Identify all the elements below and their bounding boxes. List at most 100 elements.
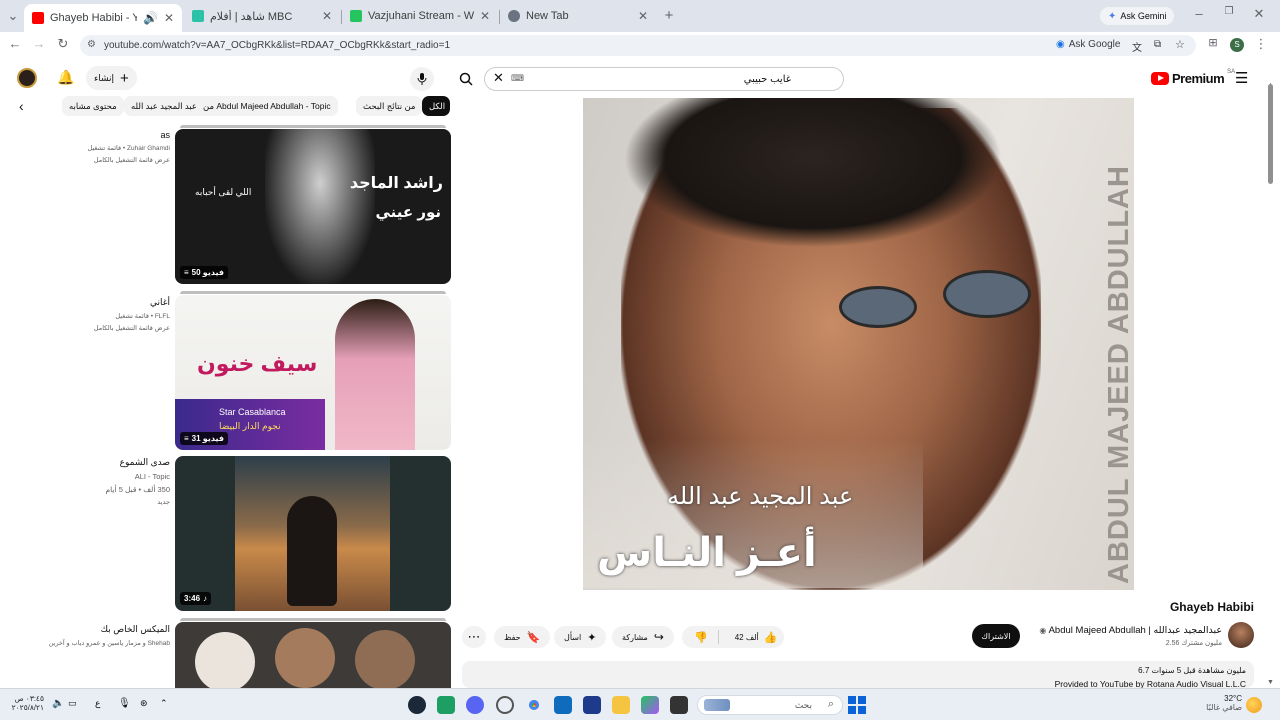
search-input[interactable]: غايب حبيبي (484, 67, 844, 91)
chip-from-topic[interactable]: من Abdul Majeed Abdullah - Topic (196, 96, 338, 116)
dislike-button[interactable]: 👎 (682, 630, 719, 644)
chips-scroll-left-icon[interactable]: ‹ (19, 98, 24, 114)
tab-title: Vazjuhani Stream - Watch Live (368, 10, 474, 22)
face-image (355, 630, 415, 688)
playlist-thumbnail[interactable]: راشد الماجد نور عيني اللي لقى أحبابه (175, 129, 451, 284)
guide-menu-icon[interactable]: ☰ (1235, 69, 1248, 87)
weather-widget[interactable]: 32°C صافي غالبًا (1190, 694, 1242, 712)
subscribe-button[interactable]: الاشتراك (972, 624, 1020, 648)
chip-abdulmajeed[interactable]: عبد المجيد عبد الله (124, 96, 204, 116)
ask-google-label: Ask Google (1068, 39, 1121, 50)
extensions-icon[interactable]: ⊞ (1204, 36, 1222, 49)
badge-text: 50 فيديو (191, 268, 224, 277)
new-tab-plus-icon[interactable]: + (660, 7, 678, 24)
file-explorer-icon[interactable] (612, 696, 630, 714)
channel-info[interactable]: ◉ Abdul Majeed Abdullah | عبدالمجيد عبدا… (1032, 625, 1222, 647)
network-icon[interactable]: ▭ (68, 698, 77, 709)
like-button[interactable]: 42 ألف 👍 (725, 631, 778, 644)
view-full-playlist-link[interactable]: عرض قائمة التشغيل بالكامل (2, 156, 170, 164)
video-meta[interactable]: صدى الشموع ALI - Topic 350 ألف • قبل 5 أ… (2, 457, 171, 506)
scrollbar-thumb[interactable] (1268, 84, 1273, 184)
tab-list-chevron-icon[interactable]: ⌄ (4, 8, 22, 24)
tray-app-icon[interactable]: ⊛ (140, 698, 148, 709)
forward-arrow-icon[interactable]: → (30, 36, 48, 51)
reload-icon[interactable]: ↻ (54, 36, 72, 52)
url-text: youtube.com/watch?v=AA7_OCbgRKk&list=RDA… (104, 40, 451, 51)
scroll-down-icon[interactable]: ▼ (1267, 679, 1274, 686)
playlist-meta[interactable]: أغاني FLFL • قائمة تشغيل عرض قائمة التشغ… (2, 297, 170, 332)
cover-album-title: أعـز النـاس (597, 531, 817, 575)
profile-avatar-icon[interactable]: S (1230, 38, 1244, 52)
chrome-icon[interactable] (525, 696, 543, 714)
close-tab-icon[interactable]: ✕ (638, 9, 648, 23)
app-store-icon[interactable] (641, 696, 659, 714)
tab-shahid[interactable]: شاهد | أفلام MBC ✕ (184, 4, 340, 28)
restore-icon[interactable]: ❐ (1220, 6, 1238, 17)
steam-icon[interactable] (408, 696, 426, 714)
youtube-premium-logo[interactable]: Premium SA (1151, 69, 1235, 86)
volume-icon[interactable]: 🔈 (52, 698, 64, 709)
mix-thumbnail[interactable] (175, 622, 451, 688)
weather-sun-icon[interactable] (1246, 697, 1262, 713)
address-bar[interactable]: ⚙ youtube.com/watch?v=AA7_OCbgRKk&list=R… (80, 35, 1196, 56)
artist-photo (265, 129, 375, 284)
clock[interactable]: ٠٣:٤٥ ص ٢٠٢٥/٨/٢١ (4, 694, 44, 712)
close-tab-icon[interactable]: ✕ (164, 11, 174, 25)
browser-menu-icon[interactable]: ⋮ (1252, 36, 1270, 52)
translate-icon[interactable]: 文 (1132, 39, 1142, 54)
video-player[interactable]: عبد المجيد عبد الله أعـز النـاس ABDUL MA… (583, 98, 1134, 590)
view-full-playlist-link[interactable]: عرض قائمة التشغيل بالكامل (2, 324, 170, 332)
tab-youtube[interactable]: Ghayeb Habibi - YouTube 🔊 ✕ (24, 4, 182, 32)
playlist-meta[interactable]: as Zuhair Ghamdi • قائمة تشغيل عرض قائمة… (2, 130, 170, 164)
app-blue-icon[interactable] (583, 696, 601, 714)
back-arrow-icon[interactable]: ← (6, 36, 24, 51)
ask-button[interactable]: اسأل ✦ (554, 626, 607, 648)
mix-meta[interactable]: الميكس الخاص بك Shehab و مزمار ياسين و ع… (2, 624, 170, 647)
install-app-icon[interactable]: ⧉ (1154, 39, 1161, 50)
more-actions-icon[interactable]: ⋯ (462, 626, 486, 648)
tab-new-tab[interactable]: New Tab ✕ (500, 4, 656, 28)
outlook-icon[interactable] (554, 696, 572, 714)
save-button[interactable]: حفظ 🔖 (494, 626, 551, 648)
voice-search-button[interactable] (410, 67, 434, 91)
discord-icon[interactable] (466, 696, 484, 714)
close-tab-icon[interactable]: ✕ (480, 9, 490, 23)
bookmark-star-icon[interactable]: ☆ (1175, 38, 1185, 51)
app-terminal-icon[interactable] (670, 696, 688, 714)
chip-from-search[interactable]: من نتائج البحث (356, 96, 423, 116)
playlist-thumbnail[interactable]: سيف خنون Star Casablanca نجوم الدار البي… (175, 295, 451, 450)
chip-similar[interactable]: محتوى مشابه (62, 96, 124, 116)
subscriber-count: 2.56 مليون مشترك (1165, 640, 1222, 647)
tray-overflow-icon[interactable]: ⌃ (160, 698, 168, 709)
ask-gemini-button[interactable]: ✦ Ask Gemini (1100, 7, 1175, 25)
video-thumbnail[interactable] (175, 456, 451, 611)
site-info-icon[interactable]: ⚙ (87, 39, 96, 50)
notifications-bell-icon[interactable]: 🔔 (57, 69, 74, 86)
account-avatar[interactable] (17, 68, 37, 88)
speaker-icon[interactable]: 🔊 (143, 11, 158, 25)
tab-stream[interactable]: Vazjuhani Stream - Watch Live ✕ (342, 4, 498, 28)
minimize-icon[interactable]: – (1190, 6, 1208, 21)
thumb-banner-subtitle: نجوم الدار البيضا (219, 421, 281, 431)
close-tab-icon[interactable]: ✕ (322, 9, 332, 23)
channel-avatar[interactable] (1228, 622, 1254, 648)
duration-badge: 3:46 ♪ (180, 592, 212, 605)
ask-google-button[interactable]: ◉ Ask Google (1056, 39, 1120, 50)
taskbar-search-icon: ⌕ (827, 698, 834, 710)
description-box[interactable]: 6.7 مليون مشاهدة قبل 5 سنوات Provided to… (462, 661, 1254, 689)
microphone-tray-icon[interactable]: 🎙 (118, 698, 131, 709)
search-button[interactable] (452, 67, 480, 91)
microphone-icon (417, 73, 427, 85)
subscribe-label: الاشتراك (981, 631, 1011, 641)
chip-all[interactable]: الكل (422, 96, 450, 116)
window-close-icon[interactable]: ✕ (1250, 6, 1268, 22)
create-button[interactable]: إنشاء + (86, 66, 137, 90)
browser-tab-bar: ⌄ Ghayeb Habibi - YouTube 🔊 ✕ شاهد | أفل… (0, 0, 1280, 32)
settings-gear-icon[interactable] (496, 696, 514, 714)
share-button[interactable]: مشاركة ↪ (612, 626, 674, 648)
gemini-sparkle-icon: ✦ (1108, 10, 1117, 22)
language-indicator-icon[interactable]: ع (95, 698, 100, 709)
windows-start-icon[interactable] (848, 696, 866, 714)
taskbar-search-box[interactable]: بحث ⌕ (697, 695, 843, 715)
app-green-icon[interactable] (437, 696, 455, 714)
